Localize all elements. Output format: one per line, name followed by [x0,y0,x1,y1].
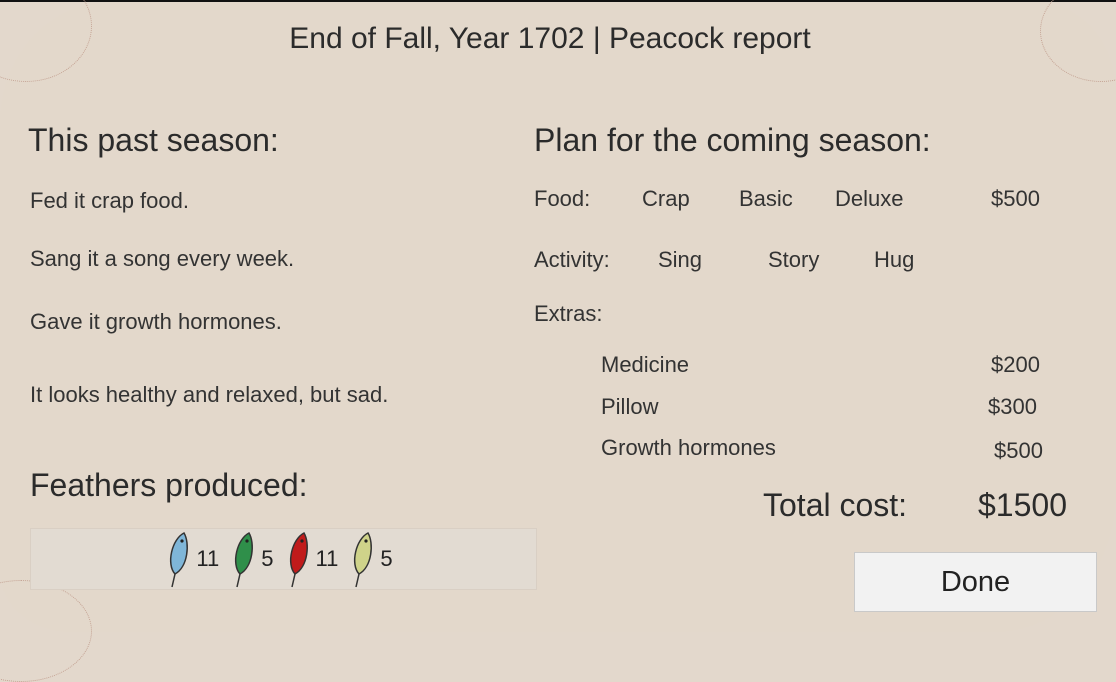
feather-item-green: 5 [231,529,281,589]
total-cost-label: Total cost: [763,487,908,523]
food-option-crap[interactable]: Crap [642,186,690,212]
green-feather-icon [235,532,254,588]
page-title: End of Fall, Year 1702 | Peacock report [289,22,811,55]
extra-medicine-price: $200 [991,352,1040,377]
feather-item-red: 11 [286,529,347,589]
activity-option-hug[interactable]: Hug [874,247,914,273]
extra-pillow-price: $300 [988,394,1037,419]
extra-medicine[interactable]: Medicine [601,352,689,378]
feathers-panel: 11 5 11 5 [30,528,537,590]
past-season-line-status: It looks healthy and relaxed, but sad. [30,382,389,407]
food-label: Food: [534,186,591,211]
blue-feather-icon [170,532,189,588]
feather-count-blue: 11 [196,546,220,571]
total-cost-value: $1500 [978,487,1067,523]
activity-label: Activity: [534,247,610,272]
food-option-deluxe[interactable]: Deluxe [835,186,903,212]
feather-count-green: 5 [261,546,274,571]
red-feather-icon [289,532,308,588]
food-price: $500 [991,186,1040,211]
feather-item-blue: 11 [166,529,227,589]
feather-count-yellow: 5 [380,546,393,571]
past-season-line-activity: Sang it a song every week. [30,246,295,271]
past-season-line-extras: Gave it growth hormones. [30,309,282,334]
past-season-heading: This past season: [28,122,279,158]
feather-item-yellow: 5 [350,529,400,589]
extra-growth-hormones[interactable]: Growth hormones [601,435,776,461]
extra-growth-hormones-price: $500 [994,438,1043,463]
extras-label: Extras: [534,301,603,326]
extra-pillow[interactable]: Pillow [601,394,658,420]
plan-heading: Plan for the coming season: [534,122,931,158]
feather-count-red: 11 [315,546,339,571]
past-season-line-food: Fed it crap food. [30,188,189,213]
yellow-feather-icon [354,532,373,588]
activity-option-sing[interactable]: Sing [658,247,702,273]
done-button[interactable]: Done [854,552,1097,612]
activity-option-story[interactable]: Story [768,247,819,273]
food-option-basic[interactable]: Basic [739,186,793,212]
feathers-heading: Feathers produced: [30,467,308,503]
